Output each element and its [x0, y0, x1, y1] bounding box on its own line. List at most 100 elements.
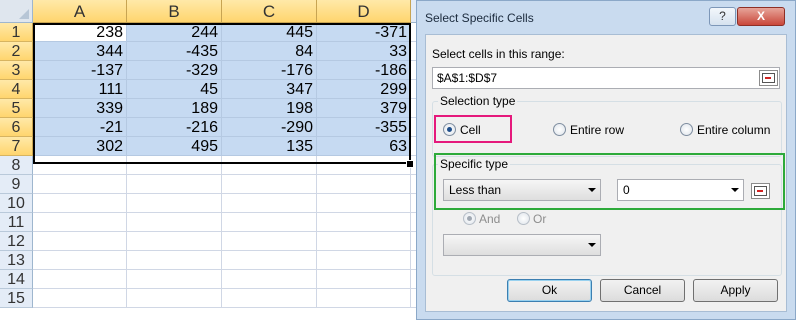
cell-c5[interactable]: 198: [222, 99, 317, 118]
cell-c8[interactable]: [222, 156, 317, 175]
row-header-8[interactable]: 8: [0, 156, 33, 175]
radio-and-label[interactable]: And: [479, 212, 500, 226]
cell-d8[interactable]: [317, 156, 411, 175]
cell-c13[interactable]: [222, 251, 317, 270]
dialog-titlebar[interactable]: Select Specific Cells ? X: [417, 1, 795, 35]
row-header-1[interactable]: 1: [0, 23, 33, 42]
row-header-7[interactable]: 7: [0, 137, 33, 156]
cell-a11[interactable]: [33, 213, 127, 232]
cell-c11[interactable]: [222, 213, 317, 232]
cell-d5[interactable]: 379: [317, 99, 411, 118]
cell-d1[interactable]: -371: [317, 23, 411, 42]
radio-and[interactable]: [463, 212, 476, 225]
cell-b11[interactable]: [127, 213, 222, 232]
cell-a12[interactable]: [33, 232, 127, 251]
cell-b4[interactable]: 45: [127, 80, 222, 99]
radio-entire-column[interactable]: [680, 123, 693, 136]
spreadsheet: A B C D 1 238 244 445 -371 2 344 -435 84 33 3 -137-…: [0, 0, 416, 320]
row-header-13[interactable]: 13: [0, 251, 33, 270]
radio-or[interactable]: [517, 212, 530, 225]
cell-d4[interactable]: 299: [317, 80, 411, 99]
radio-entire-row-label[interactable]: Entire row: [570, 123, 624, 137]
cell-b8[interactable]: [127, 156, 222, 175]
cell-d3[interactable]: -186: [317, 61, 411, 80]
cell-d11[interactable]: [317, 213, 411, 232]
cell-b9[interactable]: [127, 175, 222, 194]
cell-b7[interactable]: 495: [127, 137, 222, 156]
range-input[interactable]: $A$1:$D$7: [432, 67, 780, 89]
select-all-corner[interactable]: [0, 0, 33, 23]
cell-a1[interactable]: 238: [33, 23, 127, 42]
column-header-d[interactable]: D: [317, 0, 411, 23]
cell-c9[interactable]: [222, 175, 317, 194]
cell-c2[interactable]: 84: [222, 42, 317, 61]
cell-b12[interactable]: [127, 232, 222, 251]
help-button[interactable]: ?: [709, 7, 736, 26]
cell-a14[interactable]: [33, 270, 127, 289]
cell-d14[interactable]: [317, 270, 411, 289]
row-header-11[interactable]: 11: [0, 213, 33, 232]
row-header-2[interactable]: 2: [0, 42, 33, 61]
cell-c6[interactable]: -290: [222, 118, 317, 137]
row-header-6[interactable]: 6: [0, 118, 33, 137]
cell-a8[interactable]: [33, 156, 127, 175]
column-header-a[interactable]: A: [33, 0, 127, 23]
cell-c7[interactable]: 135: [222, 137, 317, 156]
cancel-button[interactable]: Cancel: [600, 279, 685, 302]
cell-a9[interactable]: [33, 175, 127, 194]
fill-handle[interactable]: [406, 160, 414, 168]
cell-c4[interactable]: 347: [222, 80, 317, 99]
ok-button[interactable]: Ok: [507, 279, 592, 302]
cell-c3[interactable]: -176: [222, 61, 317, 80]
row-header-15[interactable]: 15: [0, 289, 33, 308]
cell-d10[interactable]: [317, 194, 411, 213]
cell-c1[interactable]: 445: [222, 23, 317, 42]
cell-b3[interactable]: -329: [127, 61, 222, 80]
cell-b6[interactable]: -216: [127, 118, 222, 137]
cell-a15[interactable]: [33, 289, 127, 308]
cell-d15[interactable]: [317, 289, 411, 308]
close-button[interactable]: X: [737, 7, 785, 26]
radio-entire-column-label[interactable]: Entire column: [697, 123, 770, 137]
cell-d2[interactable]: 33: [317, 42, 411, 61]
cell-c10[interactable]: [222, 194, 317, 213]
cell-b14[interactable]: [127, 270, 222, 289]
cell-a2[interactable]: 344: [33, 42, 127, 61]
cell-b15[interactable]: [127, 289, 222, 308]
cell-a5[interactable]: 339: [33, 99, 127, 118]
cell-d7[interactable]: 63: [317, 137, 411, 156]
row-header-3[interactable]: 3: [0, 61, 33, 80]
cell-d6[interactable]: -355: [317, 118, 411, 137]
row-header-9[interactable]: 9: [0, 175, 33, 194]
row-header-12[interactable]: 12: [0, 232, 33, 251]
cell-b10[interactable]: [127, 194, 222, 213]
radio-or-label[interactable]: Or: [533, 212, 546, 226]
cell-b2[interactable]: -435: [127, 42, 222, 61]
cell-b13[interactable]: [127, 251, 222, 270]
radio-entire-row[interactable]: [553, 123, 566, 136]
cell-d12[interactable]: [317, 232, 411, 251]
row-header-10[interactable]: 10: [0, 194, 33, 213]
cell-c15[interactable]: [222, 289, 317, 308]
cell-b5[interactable]: 189: [127, 99, 222, 118]
cell-a13[interactable]: [33, 251, 127, 270]
range-picker-icon[interactable]: [759, 70, 778, 86]
selection-type-label: Selection type: [438, 94, 518, 108]
row-header-14[interactable]: 14: [0, 270, 33, 289]
cell-d13[interactable]: [317, 251, 411, 270]
cell-a3[interactable]: -137: [33, 61, 127, 80]
column-header-b[interactable]: B: [127, 0, 222, 23]
cell-d9[interactable]: [317, 175, 411, 194]
cell-c12[interactable]: [222, 232, 317, 251]
apply-button[interactable]: Apply: [693, 279, 778, 302]
condition2-select[interactable]: [443, 234, 601, 256]
cell-b1[interactable]: 244: [127, 23, 222, 42]
row-header-5[interactable]: 5: [0, 99, 33, 118]
cell-c14[interactable]: [222, 270, 317, 289]
cell-a7[interactable]: 302: [33, 137, 127, 156]
cell-a6[interactable]: -21: [33, 118, 127, 137]
cell-a4[interactable]: 111: [33, 80, 127, 99]
cell-a10[interactable]: [33, 194, 127, 213]
row-header-4[interactable]: 4: [0, 80, 33, 99]
column-header-c[interactable]: C: [222, 0, 317, 23]
